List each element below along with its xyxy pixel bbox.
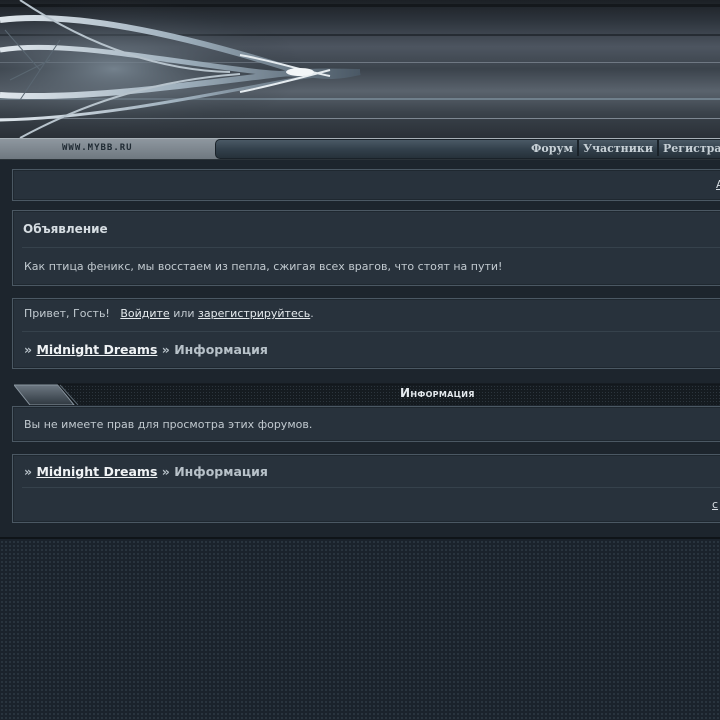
welcome-suffix: . (310, 307, 314, 320)
top-panel-link[interactable]: А (716, 178, 720, 191)
breadcrumb-current: Информация (174, 342, 268, 357)
breadcrumb-sep: » (161, 342, 170, 357)
login-link[interactable]: Войдите (120, 307, 169, 320)
bottom-panel-link[interactable]: с (712, 498, 718, 511)
announcement-text: Как птица феникс, мы восстаем из пепла, … (24, 260, 503, 273)
breadcrumb-forum-link[interactable]: Midnight Dreams (36, 464, 157, 479)
nav-members[interactable]: Участники (579, 140, 659, 156)
breadcrumb-bottom: » Midnight Dreams » Информация (24, 464, 268, 479)
nav-register[interactable]: Регистра (659, 140, 720, 156)
header-banner (0, 0, 720, 138)
breadcrumb-sep: » (24, 464, 33, 479)
breadcrumb-sep: » (24, 342, 33, 357)
breadcrumb-sep: » (161, 464, 170, 479)
info-title: Информация (400, 386, 475, 400)
welcome-text: Привет, Гость! Войдите или зарегистрируй… (24, 307, 314, 320)
site-url[interactable]: WWW.MYBB.RU (62, 143, 133, 153)
announcement-title: Объявление (23, 222, 108, 236)
welcome-prefix: Привет, Гость! (24, 307, 110, 320)
info-header-art (14, 383, 720, 405)
bottom-divider (22, 487, 720, 488)
page: WWW.MYBB.RU Форум Участники Регистра А О… (0, 0, 720, 539)
welcome-divider (22, 331, 720, 332)
announcement-panel (12, 210, 720, 286)
welcome-or: или (173, 307, 195, 320)
top-panel (12, 169, 720, 201)
breadcrumb-current: Информация (174, 464, 268, 479)
info-header-bar (14, 383, 720, 405)
breadcrumb: » Midnight Dreams » Информация (24, 342, 268, 357)
announcement-divider (22, 247, 720, 248)
banner-art (0, 0, 380, 138)
main-nav: Форум Участники Регистра (527, 140, 720, 156)
register-link[interactable]: зарегистрируйтесь (198, 307, 310, 320)
breadcrumb-forum-link[interactable]: Midnight Dreams (36, 342, 157, 357)
info-message: Вы не имеете прав для просмотра этих фор… (24, 418, 313, 431)
nav-forum[interactable]: Форум (527, 140, 580, 156)
